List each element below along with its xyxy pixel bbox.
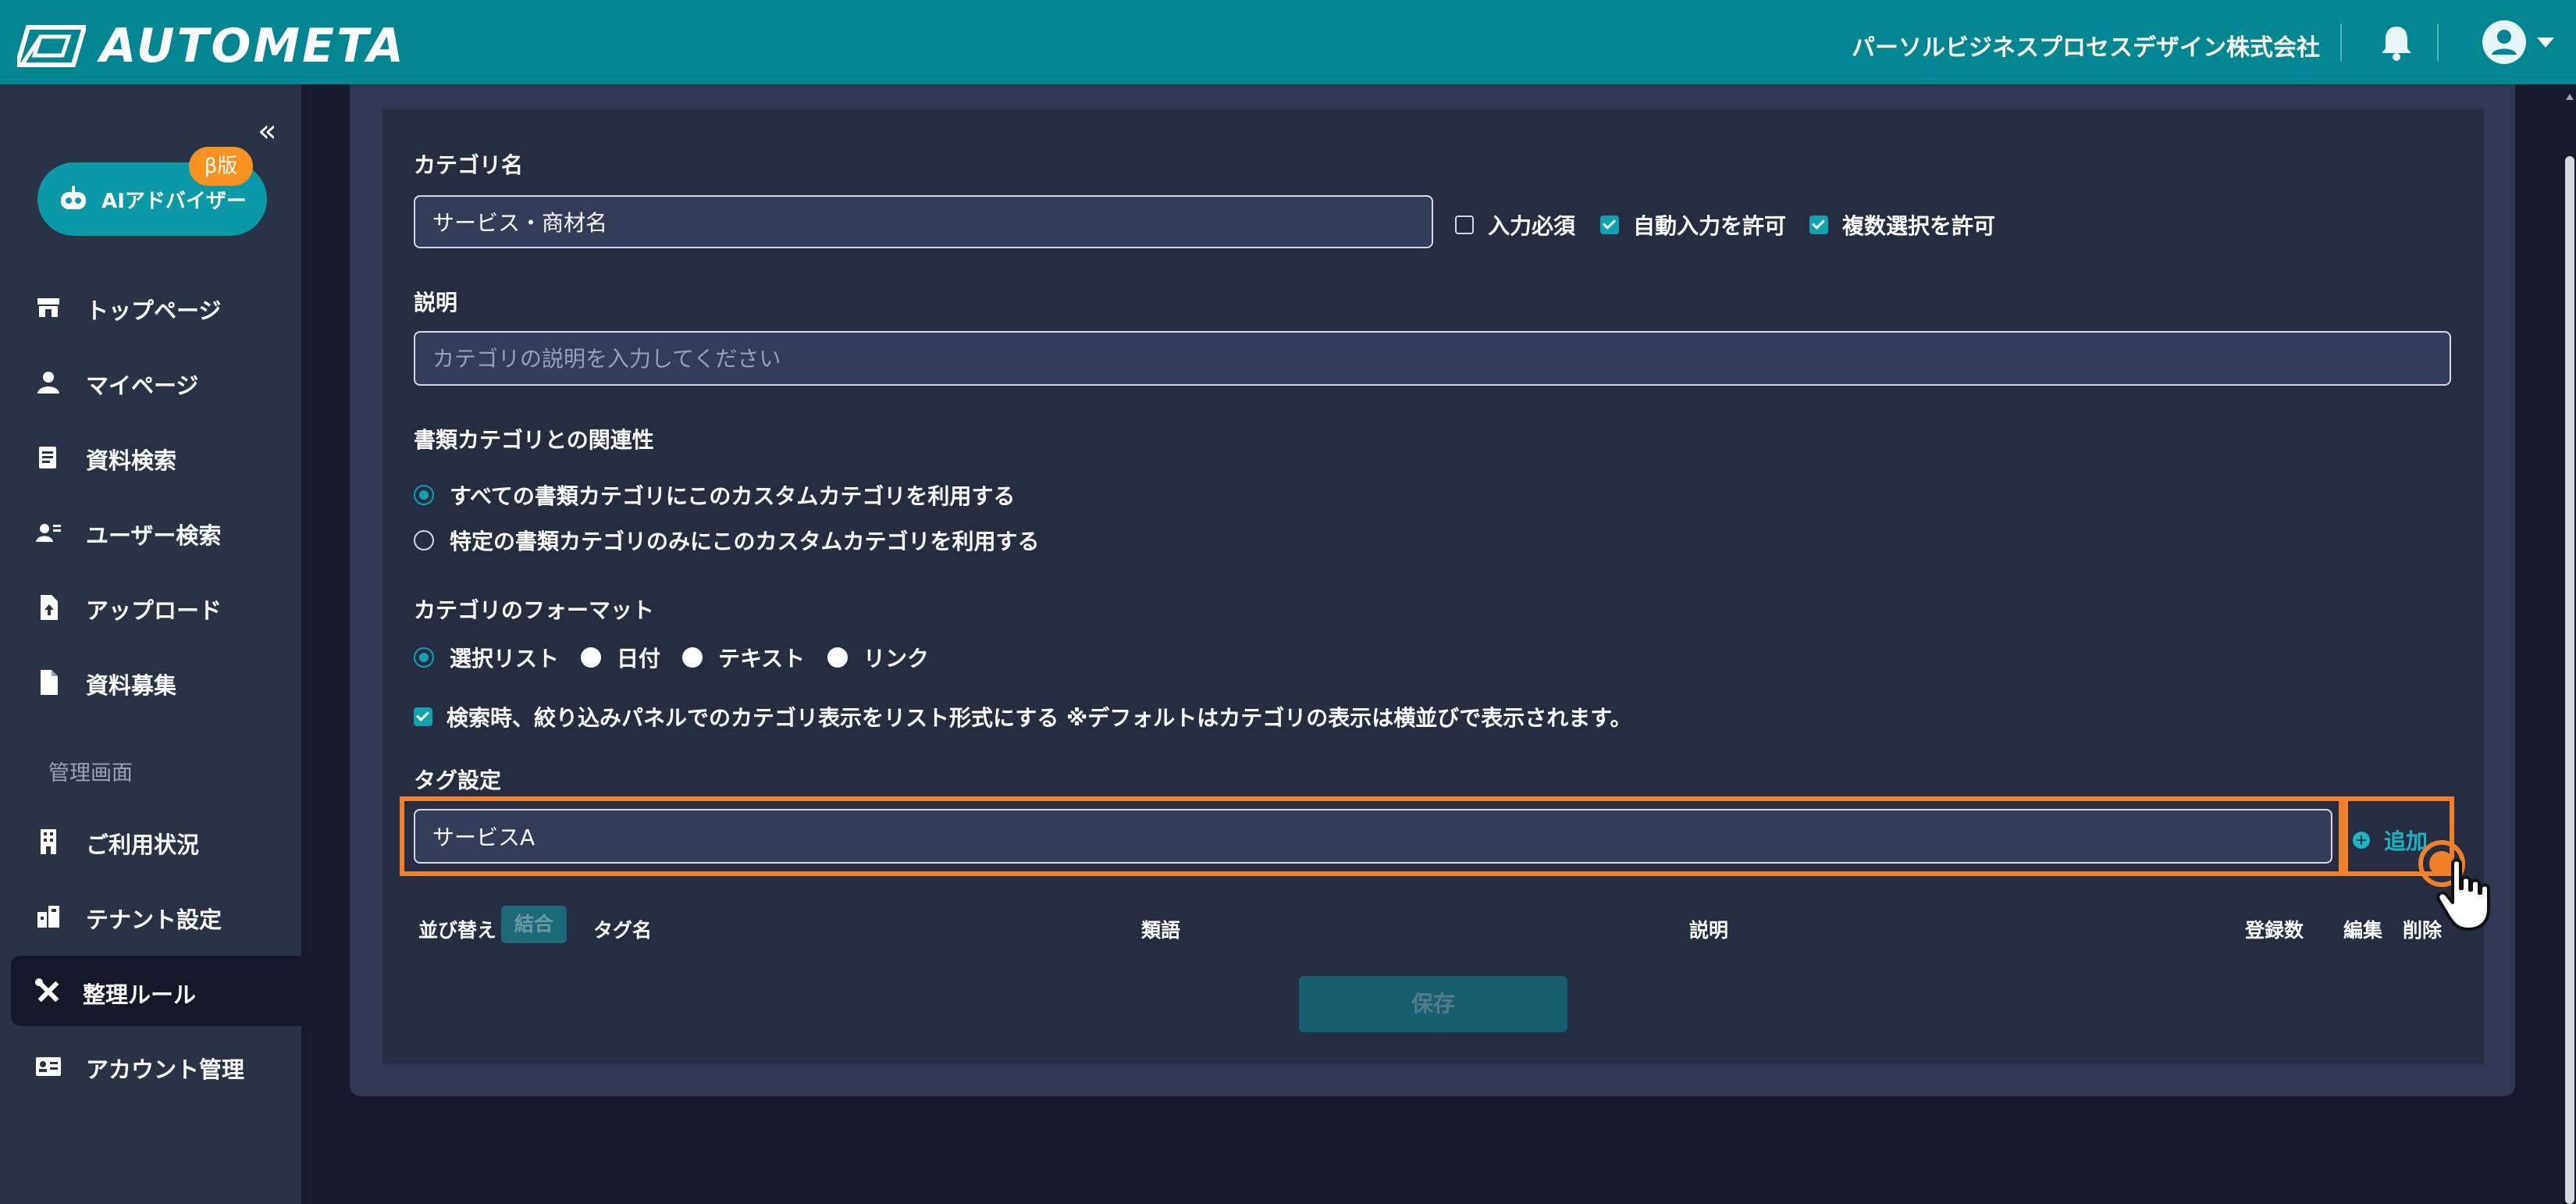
store-icon — [37, 298, 59, 317]
tag-input[interactable] — [414, 809, 2332, 864]
tag-name-column-header: タグ名 — [593, 919, 653, 942]
file-icon — [41, 670, 58, 695]
relation-option-label: 特定の書類カテゴリのみにこのカスタムカテゴリを利用する — [450, 529, 1040, 554]
sidebar-item-label: ご利用状況 — [86, 832, 200, 858]
header-divider — [2340, 23, 2342, 61]
app-header: AUTOMETA パーソルビジネスプロセスデザイン株式会社 — [0, 0, 2576, 84]
sidebar-item-user-search[interactable]: ユーザー検索 — [0, 497, 301, 567]
format-select-list-radio[interactable] — [414, 647, 434, 668]
description-column-header: 説明 — [1689, 919, 1729, 942]
tenant-icon — [37, 906, 59, 928]
sidebar-item-label: 資料検索 — [86, 447, 177, 474]
plus-circle-icon — [2353, 832, 2370, 849]
tag-settings-label: タグ設定 — [414, 768, 502, 793]
account-card-icon — [36, 1057, 61, 1076]
upload-file-icon — [41, 595, 58, 620]
logo[interactable]: AUTOMETA — [17, 19, 406, 73]
sidebar-item-label: アップロード — [86, 597, 222, 624]
format-option-link[interactable]: リンク — [827, 642, 929, 673]
sidebar-item-usage[interactable]: ご利用状況 — [0, 806, 301, 876]
delete-column-header: 削除 — [2403, 919, 2443, 942]
logo-text: AUTOMETA — [100, 19, 406, 73]
required-checkbox-label: 入力必須 — [1488, 213, 1576, 239]
relation-option-label: すべての書類カテゴリにこのカスタムカテゴリを利用する — [450, 483, 1016, 509]
category-name-input[interactable] — [414, 195, 1433, 248]
user-search-icon — [36, 524, 61, 542]
sidebar-item-label: アカウント管理 — [86, 1056, 245, 1083]
format-option-date[interactable]: 日付 — [581, 642, 660, 673]
sidebar-item-my-page[interactable]: マイページ — [0, 347, 301, 417]
hand-cursor-icon — [2436, 858, 2490, 931]
format-option-text[interactable]: テキスト — [682, 642, 805, 673]
save-button[interactable]: 保存 — [1299, 976, 1567, 1032]
category-name-label: カテゴリ名 — [414, 152, 524, 178]
chevron-down-icon[interactable] — [2537, 37, 2554, 48]
relation-option-all[interactable]: すべての書類カテゴリにこのカスタムカテゴリを利用する — [414, 479, 1015, 511]
format-label: カテゴリのフォーマット — [414, 597, 655, 623]
edit-column-header: 編集 — [2343, 919, 2383, 942]
logo-mark-icon — [17, 25, 86, 67]
format-option-label: 日付 — [617, 646, 661, 671]
user-avatar-icon[interactable] — [2482, 20, 2526, 67]
sidebar-item-document-search[interactable]: 資料検索 — [0, 422, 301, 492]
sidebar-item-label: 資料募集 — [86, 672, 177, 699]
sidebar-item-organize-rules[interactable]: 整理ルール — [11, 956, 301, 1026]
sidebar-item-label: マイページ — [86, 372, 199, 399]
sidebar-item-tenant-settings[interactable]: テナント設定 — [0, 881, 301, 951]
format-option-label: 選択リスト — [450, 646, 560, 671]
sidebar-item-label: トップページ — [86, 297, 222, 324]
robot-icon — [61, 186, 87, 209]
multi-select-checkbox-label: 複数選択を許可 — [1842, 213, 1996, 239]
sort-column-header: 並び替え — [418, 919, 497, 942]
auto-input-checkbox-box[interactable] — [1600, 216, 1619, 234]
format-text-radio[interactable] — [682, 647, 703, 668]
sidebar-item-label: 整理ルール — [83, 981, 197, 1008]
company-name: パーソルビジネスプロセスデザイン株式会社 — [1852, 34, 2320, 62]
admin-section-label: 管理画面 — [48, 761, 133, 785]
list-display-checkbox[interactable]: 検索時、絞り込みパネルでのカテゴリ表示をリスト形式にする ※デフォルトはカテゴリ… — [414, 701, 1631, 732]
relation-all-radio[interactable] — [414, 485, 434, 505]
sidebar-item-document-request[interactable]: 資料募集 — [0, 647, 301, 717]
format-option-label: テキスト — [718, 646, 806, 671]
list-display-checkbox-box[interactable] — [414, 707, 432, 726]
scroll-up-icon[interactable] — [2566, 94, 2574, 100]
scrollbar-thumb[interactable] — [2565, 156, 2574, 1204]
auto-input-checkbox[interactable]: 自動入力を許可 — [1600, 209, 1786, 240]
format-option-select-list[interactable]: 選択リスト — [414, 642, 559, 673]
category-form-card — [382, 109, 2484, 1063]
tools-icon — [35, 978, 59, 1003]
count-column-header: 登録数 — [2245, 919, 2304, 942]
document-search-icon — [39, 447, 56, 468]
sidebar-item-account-management[interactable]: アカウント管理 — [0, 1031, 301, 1101]
description-label: 説明 — [414, 290, 458, 315]
bell-icon[interactable] — [2379, 23, 2414, 64]
sidebar-item-label: ユーザー検索 — [86, 522, 222, 549]
beta-badge: β版 — [189, 147, 253, 186]
auto-input-checkbox-label: 自動入力を許可 — [1633, 213, 1787, 239]
building-icon — [41, 829, 56, 854]
multi-select-checkbox-box[interactable] — [1809, 216, 1828, 234]
collapse-sidebar-icon[interactable]: « — [258, 116, 276, 147]
required-checkbox[interactable]: 入力必須 — [1455, 209, 1575, 240]
sidebar-item-top-page[interactable]: トップページ — [0, 272, 301, 342]
sidebar-item-label: テナント設定 — [86, 907, 222, 933]
multi-select-checkbox[interactable]: 複数選択を許可 — [1809, 209, 1995, 240]
add-tag-button[interactable]: 追加 — [2353, 825, 2428, 856]
relation-label: 書類カテゴリとの関連性 — [414, 427, 654, 453]
header-divider — [2437, 23, 2439, 61]
person-icon — [37, 372, 59, 394]
relation-option-specific[interactable]: 特定の書類カテゴリのみにこのカスタムカテゴリを利用する — [414, 525, 1039, 556]
relation-specific-radio[interactable] — [414, 530, 434, 550]
list-display-checkbox-label: 検索時、絞り込みパネルでのカテゴリ表示をリスト形式にする ※デフォルトはカテゴリ… — [447, 705, 1632, 731]
synonyms-column-header: 類語 — [1141, 919, 1181, 942]
required-checkbox-box[interactable] — [1455, 216, 1474, 234]
format-option-label: リンク — [863, 646, 930, 671]
merge-button[interactable]: 結合 — [501, 906, 567, 943]
description-input[interactable] — [414, 331, 2451, 386]
sidebar-item-upload[interactable]: アップロード — [0, 572, 301, 642]
format-date-radio[interactable] — [581, 647, 601, 668]
format-link-radio[interactable] — [827, 647, 848, 668]
ai-advisor-label: AIアドバイザー — [101, 189, 247, 213]
